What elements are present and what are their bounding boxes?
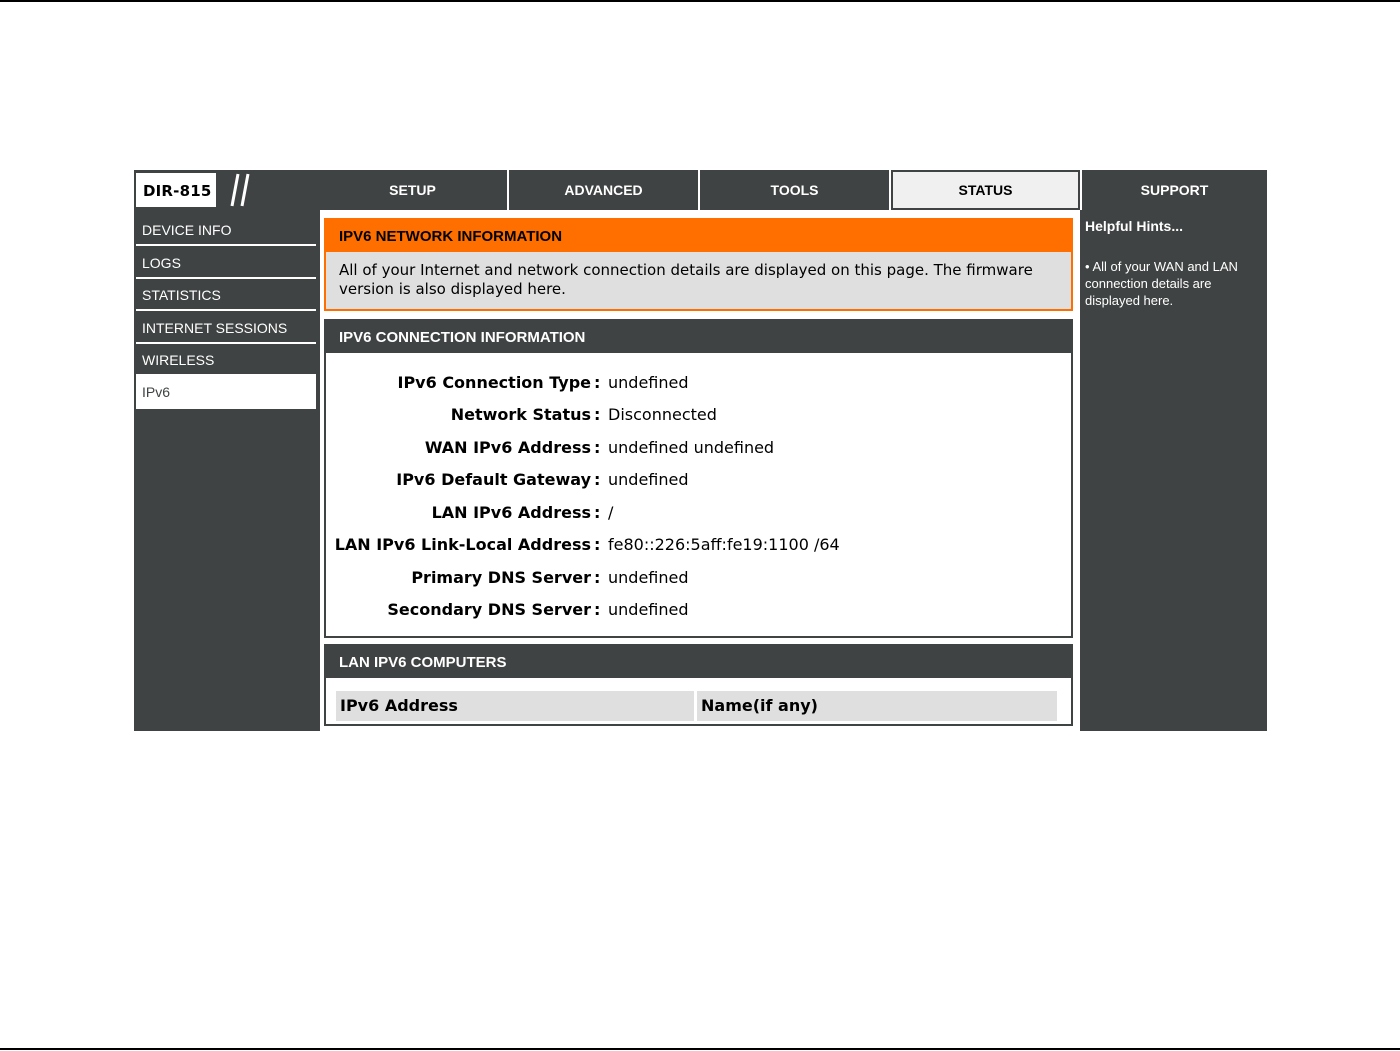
info-label: IPv6 Connection Type: [397, 373, 592, 392]
sidebar-item-wireless[interactable]: WIRELESS: [136, 345, 316, 376]
top-nav-tabs: SETUP ADVANCED TOOLS STATUS SUPPORT: [318, 170, 1267, 210]
tab-setup[interactable]: SETUP: [318, 170, 507, 210]
sidebar-item-statistics[interactable]: STATISTICS: [136, 280, 316, 311]
info-value: undefined: [608, 470, 689, 489]
model-name: DIR-815: [143, 182, 212, 200]
info-separator: :: [594, 373, 601, 392]
info-label: WAN IPv6 Address: [424, 438, 591, 457]
info-label: Secondary DNS Server: [387, 600, 591, 619]
info-value: undefined: [608, 568, 689, 587]
slash-logo-icon: [230, 173, 250, 207]
model-badge: DIR-815: [136, 173, 216, 207]
info-row-lan-address: LAN IPv6 Address : /: [326, 503, 1071, 533]
network-info-description: All of your Internet and network connect…: [339, 261, 1033, 298]
info-row-default-gateway: IPv6 Default Gateway : undefined: [326, 470, 1071, 500]
hints-title: Helpful Hints...: [1085, 218, 1183, 234]
info-label: Network Status: [450, 405, 591, 424]
column-header-ipv6-address: IPv6 Address: [336, 691, 694, 721]
router-ui-frame: DIR-815 SETUP ADVANCED TOOLS STATUS SUPP…: [134, 170, 1267, 731]
info-row-wan-address: WAN IPv6 Address : undefined undefined: [326, 438, 1071, 468]
hints-text: • All of your WAN and LAN connection det…: [1085, 259, 1238, 308]
info-value: Disconnected: [608, 405, 717, 424]
info-value: /: [608, 503, 614, 522]
column-header-name: Name(if any): [697, 691, 1057, 721]
info-separator: :: [594, 503, 601, 522]
lan-computers-title: LAN IPV6 COMPUTERS: [326, 646, 1071, 678]
connection-info-title: IPV6 CONNECTION INFORMATION: [326, 321, 1071, 353]
helpful-hints-panel: Helpful Hints... • All of your WAN and L…: [1080, 210, 1267, 731]
info-label: Primary DNS Server: [411, 568, 591, 587]
info-label: LAN IPv6 Address: [431, 503, 591, 522]
top-rule: [0, 0, 1400, 2]
info-row-link-local-address: LAN IPv6 Link-Local Address : fe80::226:…: [326, 535, 1071, 565]
sidebar-item-device-info[interactable]: DEVICE INFO: [136, 215, 316, 246]
lan-computers-section: LAN IPV6 COMPUTERS IPv6 Address Name(if …: [324, 644, 1073, 726]
tab-tools[interactable]: TOOLS: [700, 170, 889, 210]
info-label: IPv6 Default Gateway: [396, 470, 591, 489]
tab-support[interactable]: SUPPORT: [1082, 170, 1267, 210]
info-separator: :: [594, 600, 601, 619]
info-value: undefined undefined: [608, 438, 775, 457]
connection-info-section: IPV6 CONNECTION INFORMATION IPv6 Connect…: [324, 319, 1073, 638]
info-label: LAN IPv6 Link-Local Address: [334, 535, 591, 554]
info-separator: :: [594, 438, 601, 457]
info-separator: :: [594, 405, 601, 424]
lan-computers-table-header: IPv6 Address Name(if any): [336, 691, 1057, 721]
info-separator: :: [594, 470, 601, 489]
info-row-primary-dns: Primary DNS Server : undefined: [326, 568, 1071, 598]
sidebar-item-ipv6[interactable]: IPv6: [136, 376, 316, 409]
bottom-rule: [0, 1048, 1400, 1050]
info-value: undefined: [608, 373, 689, 392]
main-content: IPV6 NETWORK INFORMATION All of your Int…: [320, 210, 1080, 731]
info-row-network-status: Network Status : Disconnected: [326, 405, 1071, 435]
info-value: undefined: [608, 600, 689, 619]
network-info-title: IPV6 NETWORK INFORMATION: [326, 220, 1071, 252]
sidebar-item-logs[interactable]: LOGS: [136, 248, 316, 279]
network-info-section: IPV6 NETWORK INFORMATION All of your Int…: [324, 218, 1073, 311]
info-row-secondary-dns: Secondary DNS Server : undefined: [326, 600, 1071, 630]
info-separator: :: [594, 535, 601, 554]
info-row-connection-type: IPv6 Connection Type : undefined: [326, 373, 1071, 403]
tab-status[interactable]: STATUS: [891, 170, 1080, 210]
info-value: fe80::226:5aff:fe19:1100 /64: [608, 535, 840, 554]
logo-area: DIR-815: [134, 170, 318, 210]
sidebar-item-internet-sessions[interactable]: INTERNET SESSIONS: [136, 313, 316, 344]
tab-advanced[interactable]: ADVANCED: [509, 170, 698, 210]
info-separator: :: [594, 568, 601, 587]
